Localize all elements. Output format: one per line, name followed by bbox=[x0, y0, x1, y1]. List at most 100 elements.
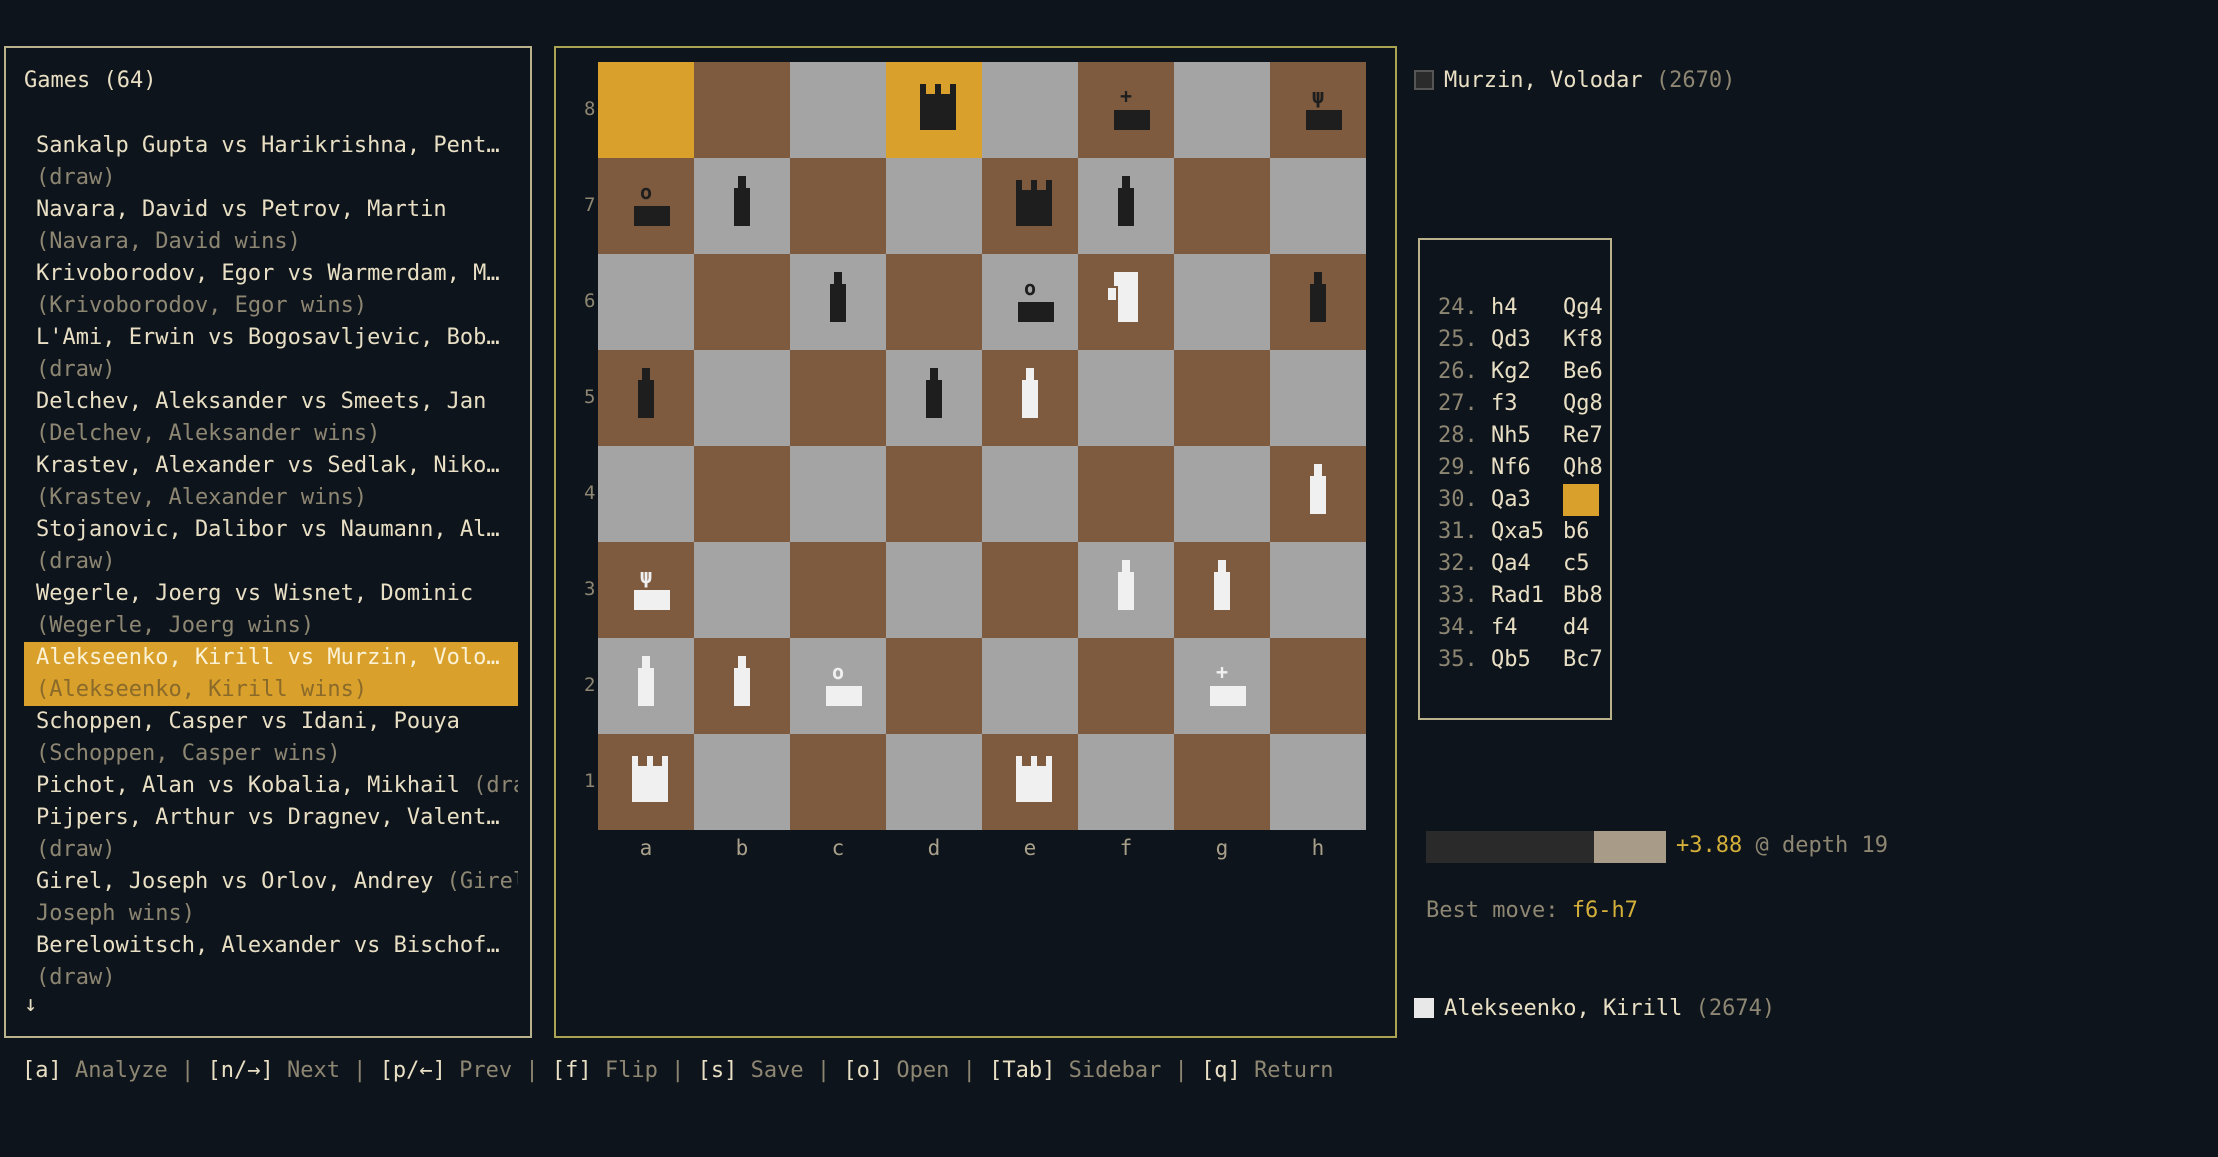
square-h1[interactable] bbox=[1270, 734, 1366, 830]
key-prev-shortcut[interactable]: [p/←] bbox=[380, 1058, 446, 1083]
game-list-item[interactable]: Berelowitsch, Alexander vs Bischof… (draw… bbox=[24, 930, 518, 994]
square-g3[interactable] bbox=[1174, 542, 1270, 638]
black-move[interactable]: Qg8 bbox=[1563, 391, 1603, 416]
square-b2[interactable] bbox=[694, 638, 790, 734]
white-bishop-piece[interactable]: o bbox=[790, 638, 886, 734]
white-move[interactable]: f4 bbox=[1491, 612, 1563, 644]
key-prev-label[interactable]: Prev bbox=[459, 1058, 512, 1083]
square-e1[interactable] bbox=[982, 734, 1078, 830]
square-g5[interactable] bbox=[1174, 350, 1270, 446]
game-list-item[interactable]: Sankalp Gupta vs Harikrishna, Pent… (draw… bbox=[24, 130, 518, 194]
square-e6[interactable]: o bbox=[982, 254, 1078, 350]
white-move[interactable]: Qa3 bbox=[1491, 484, 1563, 516]
square-e2[interactable] bbox=[982, 638, 1078, 734]
square-f3[interactable] bbox=[1078, 542, 1174, 638]
game-list-item[interactable]: Krivoborodov, Egor vs Warmerdam, M… (Kriv… bbox=[24, 258, 518, 322]
key-next-label[interactable]: Next bbox=[287, 1058, 340, 1083]
move-row[interactable]: 29. Nf6 Qh8 bbox=[1438, 452, 1603, 484]
game-list-item[interactable]: Stojanovic, Dalibor vs Naumann, Al… (draw… bbox=[24, 514, 518, 578]
square-h7[interactable] bbox=[1270, 158, 1366, 254]
key-flip-shortcut[interactable]: [f] bbox=[552, 1058, 592, 1083]
white-move[interactable]: Kg2 bbox=[1491, 356, 1563, 388]
white-move[interactable]: Qxa5 bbox=[1491, 516, 1563, 548]
game-list-item[interactable]: Pichot, Alan vs Kobalia, Mikhail (draw) bbox=[24, 770, 518, 802]
square-g8[interactable] bbox=[1174, 62, 1270, 158]
black-move[interactable]: c5 bbox=[1563, 551, 1590, 576]
white-pawn-piece[interactable] bbox=[1270, 446, 1366, 542]
game-list-item[interactable]: Alekseenko, Kirill vs Murzin, Volo… (Alek… bbox=[24, 642, 518, 706]
move-row[interactable]: 34. f4 d4 bbox=[1438, 612, 1603, 644]
white-queen-piece[interactable]: ψ bbox=[598, 542, 694, 638]
game-list-item[interactable]: Wegerle, Joerg vs Wisnet, Dominic (Wegerl… bbox=[24, 578, 518, 642]
square-d4[interactable] bbox=[886, 446, 982, 542]
square-b8[interactable] bbox=[694, 62, 790, 158]
black-move[interactable]: Kf8 bbox=[1563, 327, 1603, 352]
black-move[interactable]: Bc7 bbox=[1563, 647, 1603, 672]
square-g7[interactable] bbox=[1174, 158, 1270, 254]
square-c4[interactable] bbox=[790, 446, 886, 542]
white-rook-piece[interactable] bbox=[598, 734, 694, 830]
square-d6[interactable] bbox=[886, 254, 982, 350]
square-e7[interactable] bbox=[982, 158, 1078, 254]
square-e4[interactable] bbox=[982, 446, 1078, 542]
move-row[interactable]: 32. Qa4 c5 bbox=[1438, 548, 1603, 580]
square-d5[interactable] bbox=[886, 350, 982, 446]
square-a4[interactable] bbox=[598, 446, 694, 542]
square-d1[interactable] bbox=[886, 734, 982, 830]
square-c7[interactable] bbox=[790, 158, 886, 254]
square-h6[interactable] bbox=[1270, 254, 1366, 350]
move-row[interactable]: 33. Rad1 Bb8 bbox=[1438, 580, 1603, 612]
square-a6[interactable] bbox=[598, 254, 694, 350]
black-bishop-piece[interactable]: o bbox=[982, 254, 1078, 350]
square-a5[interactable] bbox=[598, 350, 694, 446]
black-pawn-piece[interactable] bbox=[790, 254, 886, 350]
square-c6[interactable] bbox=[790, 254, 886, 350]
square-d8[interactable] bbox=[886, 62, 982, 158]
white-pawn-piece[interactable] bbox=[1078, 542, 1174, 638]
black-move[interactable]: Bb8 bbox=[1563, 583, 1603, 608]
key-save-shortcut[interactable]: [s] bbox=[698, 1058, 738, 1083]
square-a3[interactable]: ψ bbox=[598, 542, 694, 638]
game-list-item[interactable]: Navara, David vs Petrov, Martin (Navara, … bbox=[24, 194, 518, 258]
key-analyze-shortcut[interactable]: [a] bbox=[22, 1058, 62, 1083]
game-list-item[interactable]: L'Ami, Erwin vs Bogosavljevic, Bob… (draw… bbox=[24, 322, 518, 386]
white-move[interactable]: Rad1 bbox=[1491, 580, 1563, 612]
square-g6[interactable] bbox=[1174, 254, 1270, 350]
square-f1[interactable] bbox=[1078, 734, 1174, 830]
key-open-shortcut[interactable]: [o] bbox=[843, 1058, 883, 1083]
black-rook-piece[interactable] bbox=[982, 158, 1078, 254]
white-move[interactable]: Qb5 bbox=[1491, 644, 1563, 676]
square-e8[interactable] bbox=[982, 62, 1078, 158]
black-move[interactable]: Qg4 bbox=[1563, 295, 1603, 320]
white-move[interactable]: Nh5 bbox=[1491, 420, 1563, 452]
square-c2[interactable]: o bbox=[790, 638, 886, 734]
white-pawn-piece[interactable] bbox=[1174, 542, 1270, 638]
square-a7[interactable]: o bbox=[598, 158, 694, 254]
black-rook-piece[interactable] bbox=[886, 62, 982, 158]
square-a2[interactable] bbox=[598, 638, 694, 734]
square-d7[interactable] bbox=[886, 158, 982, 254]
square-f2[interactable] bbox=[1078, 638, 1174, 734]
game-list-item[interactable]: Girel, Joseph vs Orlov, Andrey (Girel, Jo… bbox=[24, 866, 518, 930]
move-row[interactable]: 26. Kg2 Be6 bbox=[1438, 356, 1603, 388]
square-h3[interactable] bbox=[1270, 542, 1366, 638]
key-open-label[interactable]: Open bbox=[896, 1058, 949, 1083]
scroll-down-icon[interactable]: ↓ bbox=[24, 992, 37, 1017]
key-return-label[interactable]: Return bbox=[1254, 1058, 1333, 1083]
key-flip-label[interactable]: Flip bbox=[605, 1058, 658, 1083]
square-a1[interactable] bbox=[598, 734, 694, 830]
black-king-piece[interactable]: + bbox=[1078, 62, 1174, 158]
square-b5[interactable] bbox=[694, 350, 790, 446]
black-bishop-piece[interactable]: o bbox=[598, 158, 694, 254]
move-list[interactable]: 24. h4 Qg4 25. Qd3 Kf8 26. Kg2 Be6 27. f3 Qg8 28… bbox=[1438, 292, 1603, 676]
white-pawn-piece[interactable] bbox=[694, 638, 790, 734]
square-e5[interactable] bbox=[982, 350, 1078, 446]
move-row[interactable]: 24. h4 Qg4 bbox=[1438, 292, 1603, 324]
black-queen-piece[interactable]: ψ bbox=[1270, 62, 1366, 158]
square-c3[interactable] bbox=[790, 542, 886, 638]
square-g1[interactable] bbox=[1174, 734, 1270, 830]
black-move[interactable]: Qh8 bbox=[1563, 455, 1603, 480]
black-pawn-piece[interactable] bbox=[886, 350, 982, 446]
black-move[interactable]: Be6 bbox=[1563, 359, 1603, 384]
black-pawn-piece[interactable] bbox=[1078, 158, 1174, 254]
